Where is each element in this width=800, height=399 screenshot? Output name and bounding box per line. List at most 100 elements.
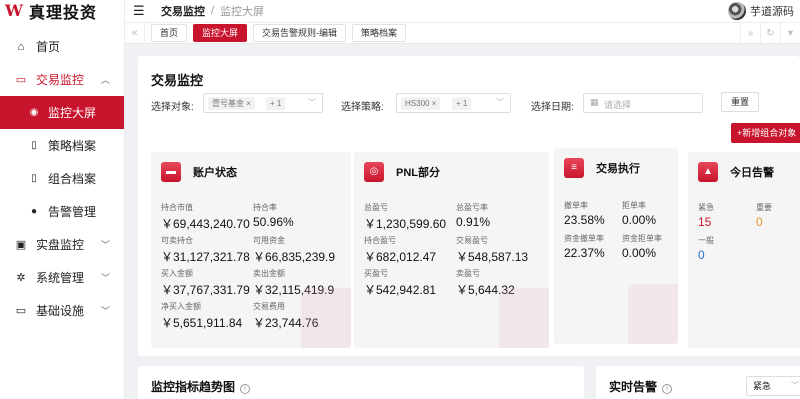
object-tag-label: 壹号基金 [212,99,244,108]
sidebar-item-infrastructure[interactable]: ▭ 基础设施 ﹀ [0,294,124,327]
stat-label: 净买入金额 [161,302,201,311]
bell-icon: ● [30,206,38,217]
camera-icon: ◉ [29,107,39,118]
tab-alert-rule-edit[interactable]: 交易告警规则-编辑 [253,24,347,42]
sidebar-item-monitor-screen[interactable]: ◉ 监控大屏 [0,96,124,129]
stat-value: ￥69,443,240.70 [161,217,250,231]
sidebar-item-label: 组合档案 [48,172,97,186]
stat-label: 撤单率 [564,201,588,210]
stat-value: 22.37% [564,246,605,260]
sidebar: W 真理投资 ⌂ 首页 ▭ 交易监控 ︿ ◉ 监控大屏 ▯ 策略档案 ▯ 组合档… [0,0,125,399]
user-menu[interactable]: 芋道源码 [728,2,794,20]
card-header: ▬ 账户状态 [161,162,237,182]
stat-available-cash: 可用资金 ￥66,835,239.9 [253,235,335,265]
stat-label: 可卖持仓 [161,236,193,245]
trend-title: 监控指标趋势图 [151,380,236,394]
tab-home[interactable]: 首页 [151,24,188,42]
doc-icon: ▯ [31,140,37,151]
tab-strategy-archive[interactable]: 策略档案 [352,24,407,42]
card-watermark [301,288,351,348]
wallet-icon: ▣ [15,239,27,251]
refresh-icon[interactable]: ↻ [760,23,780,45]
sidebar-item-system[interactable]: ✲ 系统管理 ﹀ [0,261,124,294]
stat-label: 买盈亏 [364,269,388,278]
stat-label: 紧急 [698,203,714,212]
calendar-icon: ▦ [590,97,599,107]
stat-label: 卖盈亏 [456,269,480,278]
stat-holding-value: 持合市值 ￥69,443,240.70 [161,202,250,232]
stat-value: ￥66,835,239.9 [253,250,336,264]
sidebar-item-label: 实盘监控 [36,238,85,252]
stat-value: 0.91% [456,215,491,229]
trend-chart-panel: 监控指标趋势图 i [138,366,584,399]
sidebar-menu: ⌂ 首页 ▭ 交易监控 ︿ ◉ 监控大屏 ▯ 策略档案 ▯ 组合档案 ● 告警管… [0,30,124,327]
reset-button[interactable]: 重置 [721,92,759,112]
strategy-select[interactable]: HS300 × + 1 ﹀ [396,93,511,113]
stat-label: 资金撤单率 [564,234,604,243]
tab-monitor-screen[interactable]: 监控大屏 [193,24,248,42]
object-select[interactable]: 壹号基金 × + 1 ﹀ [203,93,323,113]
stat-label: 资金拒单率 [622,234,662,243]
sidebar-item-trade-monitor[interactable]: ▭ 交易监控 ︿ [0,63,124,96]
stat-value: 23.58% [564,213,605,227]
stat-cancel-rate: 撤单率 23.58% [564,200,605,227]
menu-toggle-icon[interactable]: ☰ [133,3,147,19]
stat-trade-pnl: 交易盈亏 ￥548,587.13 [456,235,528,265]
monitor-icon: ▭ [15,305,27,317]
breadcrumb-root[interactable]: 交易监控 [161,3,205,19]
alert-level-value: 紧急 [753,381,772,391]
section-title: 实时告警 i [609,378,673,395]
stat-value: 0 [698,248,705,262]
breadcrumb: 交易监控 / 监控大屏 [147,3,264,19]
add-portfolio-button[interactable]: +新增组合对象 [731,123,800,143]
username: 芋道源码 [750,6,794,18]
stat-label: 持合率 [253,203,277,212]
avatar [728,2,746,20]
sidebar-item-strategy-archive[interactable]: ▯ 策略档案 [0,129,124,162]
object-tag: 壹号基金 × [208,97,255,110]
stat-value: ￥682,012.47 [364,250,437,264]
stat-net-buy: 净买入金额 ￥5,651,911.84 [161,301,242,331]
realtime-alerts-panel: 实时告警 i 紧急 ﹀ [596,366,800,399]
tabs-scroll-right-icon[interactable]: » [740,23,760,45]
logo[interactable]: W 真理投资 [0,0,124,23]
stat-value: 15 [698,215,712,229]
sidebar-item-alert-management[interactable]: ● 告警管理 [0,195,124,228]
sidebar-item-home[interactable]: ⌂ 首页 [0,30,124,63]
sidebar-item-label: 系统管理 [36,271,85,285]
chevron-down-icon: ﹀ [308,98,316,107]
alert-level-select[interactable]: 紧急 ﹀ [746,376,800,396]
stat-label: 买入金额 [161,269,193,278]
info-icon[interactable]: i [240,384,251,394]
stat-label: 卖出金额 [253,269,285,278]
pnl-card: ◎ PNL部分 总盈亏 ￥1,230,599.60 总盈亏率 0.91% 持合盈… [354,152,549,348]
card-header: ◎ PNL部分 [364,162,440,182]
strategy-tag: HS300 × [401,97,441,110]
tabs-dropdown-icon[interactable]: ▾ [780,23,800,45]
page-title: 交易监控 [151,73,204,88]
date-picker[interactable]: ▦ 请选择 [583,93,703,113]
list-icon: ≡ [564,158,584,178]
sidebar-item-portfolio-archive[interactable]: ▯ 组合档案 [0,162,124,195]
stat-reject-rate: 拒单率 0.00% [622,200,656,227]
stat-value: 0.00% [622,246,657,260]
stat-total-pnl-rate: 总盈亏率 0.91% [456,202,490,229]
date-filter-label: 选择日期: [531,102,574,113]
card-title: PNL部分 [396,167,440,179]
stat-holding-rate: 持合率 50.96% [253,202,294,229]
sidebar-item-live-monitor[interactable]: ▣ 实盘监控 ﹀ [0,228,124,261]
strategy-more-tag: + 1 [452,97,472,110]
stat-buy-amount: 买入金额 ￥37,767,331.79 [161,268,250,298]
tabs-scroll-left-icon[interactable]: « [125,22,145,44]
stat-urgent: 紧急 15 [698,202,714,229]
stat-sellable: 可卖持仓 ￥31,127,321.78 [161,235,250,265]
info-icon[interactable]: i [662,384,673,394]
card-icon: ▭ [15,74,27,86]
trade-execution-card: ≡ 交易执行 撤单率 23.58% 拒单率 0.00% 资金撤单率 22.37%… [554,148,678,344]
stat-label: 交易盈亏 [456,236,488,245]
object-filter-label: 选择对象: [151,102,194,113]
stat-value: 0 [756,215,763,229]
tabs-bar: « 首页 监控大屏 交易告警规则-编辑 策略档案 » ↻ ▾ [125,22,800,45]
stat-total-pnl: 总盈亏 ￥1,230,599.60 [364,202,446,232]
stat-fund-reject-rate: 资金拒单率 0.00% [622,233,662,260]
